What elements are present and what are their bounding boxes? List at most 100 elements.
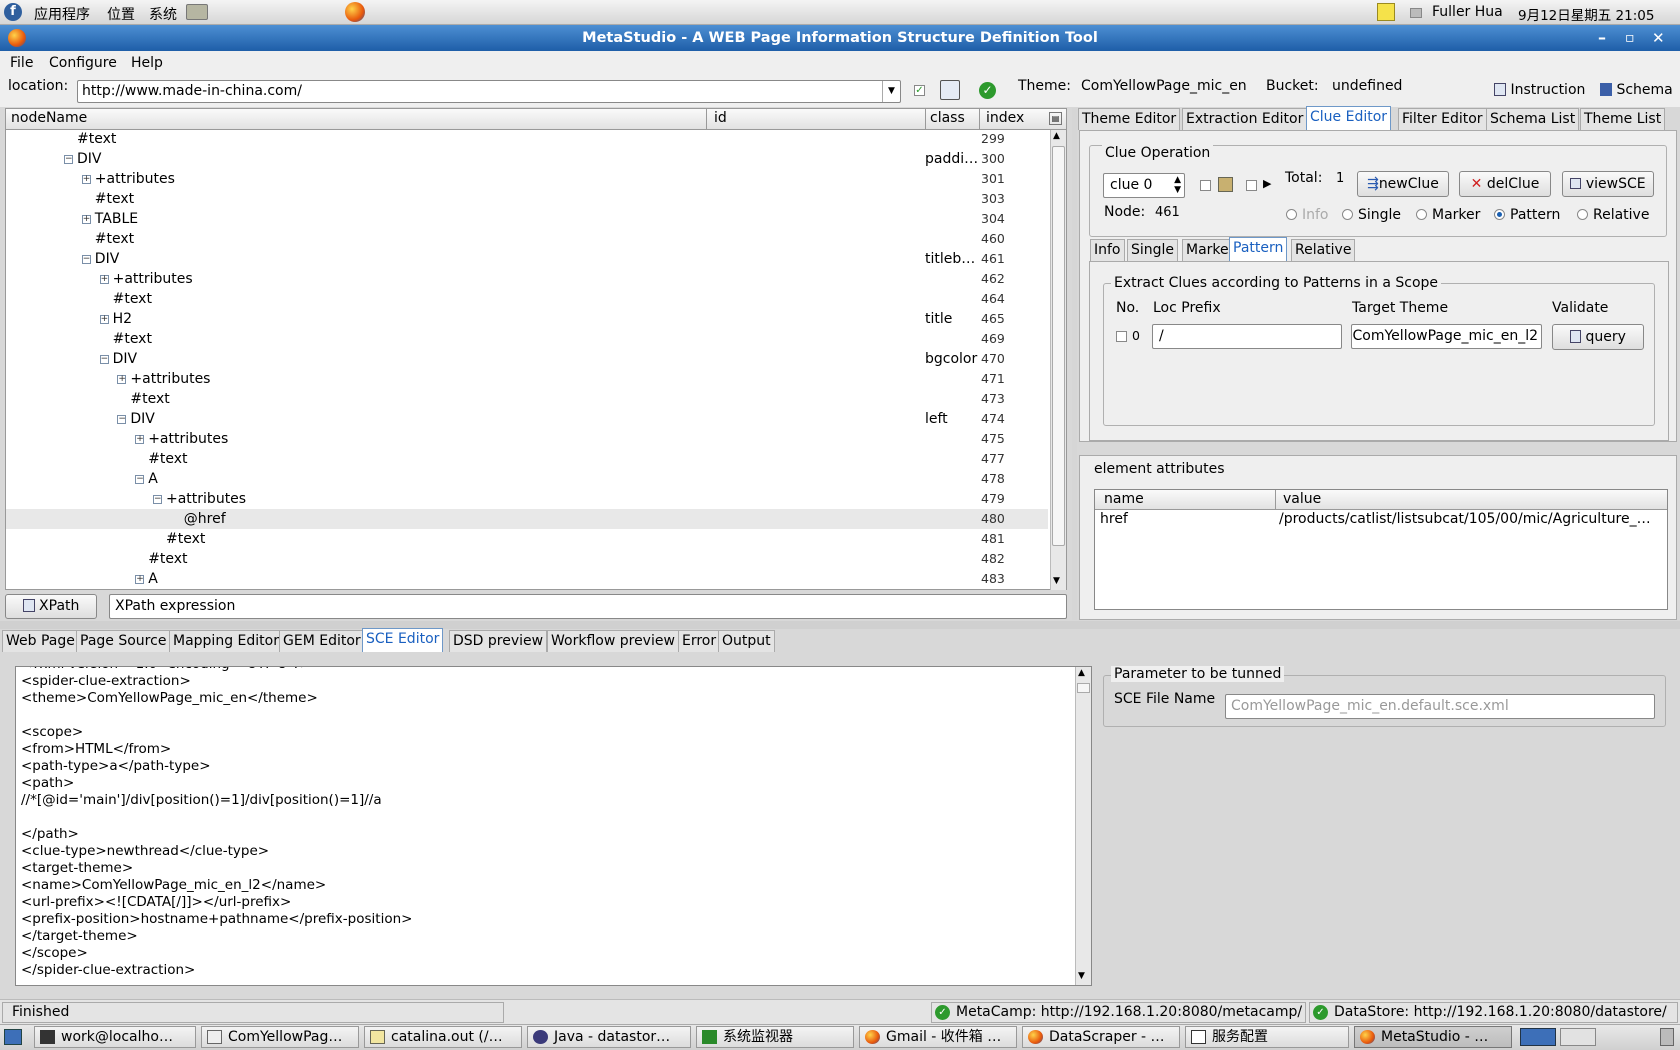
tree-scrollbar[interactable]: ▲ ▼ <box>1050 130 1066 590</box>
attr-col-name[interactable]: name <box>1104 491 1144 507</box>
scroll-down-icon[interactable]: ▼ <box>1053 576 1060 586</box>
attr-col-value[interactable]: value <box>1283 491 1321 507</box>
expand-icon[interactable]: + <box>135 435 145 444</box>
tree-row[interactable]: #text 460 <box>6 229 1048 249</box>
radio-pattern[interactable]: Pattern <box>1494 207 1560 223</box>
expand-icon[interactable]: + <box>81 215 91 224</box>
col-class[interactable]: class <box>930 110 965 126</box>
tree-row[interactable]: #text 482 <box>6 549 1048 569</box>
collapse-icon[interactable]: − <box>64 155 73 164</box>
tree-row[interactable]: − DIV paddi… 300 <box>6 149 1048 169</box>
ok-check-icon[interactable]: ✓ <box>979 82 996 99</box>
minimize-icon[interactable]: – <box>1598 25 1606 51</box>
tree-row[interactable]: @href 480 <box>6 509 1048 529</box>
sce-scroll-up-icon[interactable]: ▲ <box>1078 668 1085 678</box>
radio-marker[interactable]: Marker <box>1416 207 1480 223</box>
menu-places[interactable]: 位置 <box>107 4 135 24</box>
expand-icon[interactable]: + <box>99 275 109 284</box>
view-sce-button[interactable]: viewSCE <box>1562 171 1654 197</box>
tree-row[interactable]: #text 473 <box>6 389 1048 409</box>
workspace-2[interactable] <box>1560 1028 1596 1046</box>
attr-row[interactable]: href /products/catlist/listsubcat/105/00… <box>1095 510 1667 530</box>
clue-checkbox-1[interactable] <box>1200 180 1211 191</box>
tab-theme-list[interactable]: Theme List <box>1580 108 1666 130</box>
tab-mapping-editor[interactable]: Mapping Editor <box>169 630 283 652</box>
location-combo[interactable]: http://www.made-in-china.com/ ▼ <box>77 80 901 103</box>
fedora-icon[interactable]: f <box>4 3 22 21</box>
user-name[interactable]: Fuller Hua <box>1432 4 1503 20</box>
collapse-icon[interactable]: − <box>117 415 127 424</box>
new-clue-button[interactable]: ⇶newClue <box>1357 171 1449 197</box>
tab-error[interactable]: Error <box>678 630 721 652</box>
tree-row[interactable]: + +attributes 475 <box>6 429 1048 449</box>
clue-spinner[interactable]: clue 0 ▲ ▼ <box>1103 173 1185 198</box>
expand-icon[interactable]: + <box>117 375 127 384</box>
datastore-status[interactable]: ✓ DataStore: http://192.168.1.20:8080/da… <box>1309 1002 1678 1023</box>
sce-file-input[interactable]: ComYellowPage_mic_en.default.sce.xml <box>1225 694 1655 719</box>
tab-sce-editor[interactable]: SCE Editor <box>362 628 444 652</box>
menu-file[interactable]: File <box>10 55 33 71</box>
sce-editor[interactable]: <?xml version="1.0" encoding="UTF-8"?><s… <box>15 666 1092 986</box>
tree-row[interactable]: #text 469 <box>6 329 1048 349</box>
column-menu-icon[interactable]: ▤ <box>1049 112 1062 125</box>
trash-icon[interactable] <box>1660 1028 1674 1046</box>
xpath-button[interactable]: XPath <box>5 594 97 619</box>
subtab-single[interactable]: Single <box>1127 239 1179 261</box>
clue-config-icon[interactable] <box>1218 177 1233 192</box>
menu-system[interactable]: 系统 <box>149 4 177 24</box>
task-metastudio[interactable]: MetaStudio - … <box>1354 1026 1512 1048</box>
window-titlebar[interactable]: MetaStudio - A WEB Page Information Stru… <box>0 25 1680 51</box>
tree-row[interactable]: #text 464 <box>6 289 1048 309</box>
menu-applications[interactable]: 应用程序 <box>34 4 90 24</box>
collapse-icon[interactable]: − <box>81 255 91 264</box>
expand-icon[interactable]: + <box>81 175 91 184</box>
tree-row[interactable]: − A 478 <box>6 469 1048 489</box>
sce-scrollbar[interactable]: ▲ ▼ <box>1075 667 1091 985</box>
sce-scroll-down-icon[interactable]: ▼ <box>1078 971 1085 981</box>
tree-row[interactable]: − DIV bgcolor 470 <box>6 349 1048 369</box>
subtab-info[interactable]: Info <box>1090 239 1125 261</box>
dropdown-arrow-icon[interactable]: ▼ <box>882 81 900 102</box>
tab-web-page[interactable]: Web Page <box>2 630 79 652</box>
collapse-icon[interactable]: − <box>153 495 162 504</box>
tree-row[interactable]: + A 483 <box>6 569 1048 589</box>
collapse-icon[interactable]: − <box>99 355 109 364</box>
task-terminal[interactable]: work@localho… <box>34 1026 196 1048</box>
task-gmail[interactable]: Gmail - 收件箱 … <box>859 1026 1017 1048</box>
menu-configure[interactable]: Configure <box>49 55 117 71</box>
sce-scroll-thumb[interactable] <box>1077 683 1090 693</box>
location-input[interactable]: http://www.made-in-china.com/ <box>82 83 302 99</box>
tab-extraction-editor[interactable]: Extraction Editor <box>1182 108 1308 130</box>
tab-workflow-preview[interactable]: Workflow preview <box>547 630 679 652</box>
clock[interactable]: 9月12日星期五 21:05 <box>1518 4 1654 24</box>
tree-row[interactable]: + TABLE 304 <box>6 209 1048 229</box>
checkbox-option[interactable]: ✓ <box>914 85 925 96</box>
radio-single[interactable]: Single <box>1342 207 1401 223</box>
task-sysmonitor[interactable]: 系统监视器 <box>696 1026 854 1048</box>
close-icon[interactable]: ✕ <box>1652 25 1665 51</box>
tree-row[interactable]: − DIV titleb… 461 <box>6 249 1048 269</box>
vertical-splitter[interactable] <box>1072 108 1077 620</box>
launcher-icon[interactable] <box>186 4 208 20</box>
tree-row[interactable]: + H2 title 465 <box>6 309 1048 329</box>
tab-clue-editor[interactable]: Clue Editor <box>1306 106 1392 130</box>
tree-row[interactable]: #text 303 <box>6 189 1048 209</box>
schema-button[interactable]: Schema <box>1600 82 1673 98</box>
col-id[interactable]: id <box>714 110 727 126</box>
tab-output[interactable]: Output <box>718 630 775 652</box>
metacamp-status[interactable]: ✓ MetaCamp: http://192.168.1.20:8080/met… <box>931 1002 1306 1023</box>
radio-info[interactable]: Info <box>1286 207 1329 223</box>
scroll-thumb[interactable] <box>1052 146 1065 546</box>
expand-icon[interactable]: + <box>99 315 109 324</box>
subtab-relative[interactable]: Relative <box>1291 239 1356 261</box>
tab-filter-editor[interactable]: Filter Editor <box>1398 108 1487 130</box>
task-service-config[interactable]: 服务配置 <box>1185 1026 1349 1048</box>
inspect-icon[interactable] <box>940 80 960 100</box>
sce-text[interactable]: <?xml version="1.0" encoding="UTF-8"?><s… <box>21 667 1071 979</box>
pattern-row-checkbox[interactable] <box>1116 331 1127 342</box>
xpath-input[interactable]: XPath expression <box>109 594 1067 619</box>
target-theme-input[interactable]: ComYellowPage_mic_en_l2 <box>1351 324 1542 349</box>
tab-theme-editor[interactable]: Theme Editor <box>1078 108 1181 130</box>
tree-row[interactable]: + +attributes 462 <box>6 269 1048 289</box>
notes-icon[interactable] <box>1377 3 1395 21</box>
